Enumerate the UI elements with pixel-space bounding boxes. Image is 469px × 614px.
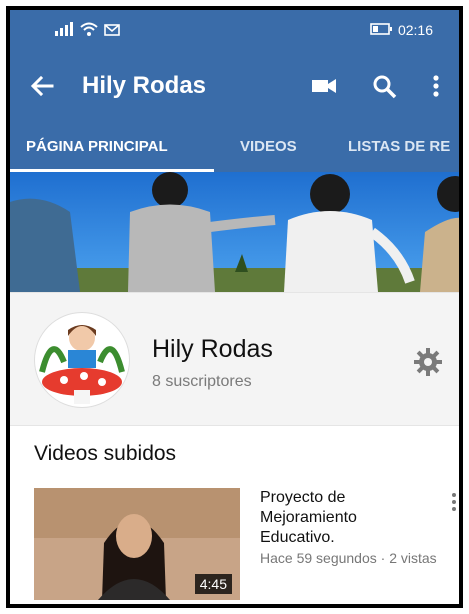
tab-playlists[interactable]: LISTAS DE RE	[348, 138, 450, 155]
video-meta: Hace 59 segundos · 2 vistas	[260, 550, 437, 566]
status-time: 02:16	[397, 22, 433, 38]
status-right: 02:16	[370, 22, 433, 38]
channel-banner	[10, 172, 459, 292]
gear-icon[interactable]	[413, 347, 443, 377]
channel-header: Hily Rodas 8 suscriptores	[10, 292, 459, 426]
channel-avatar[interactable]	[34, 312, 130, 408]
tab-home[interactable]: PÁGINA PRINCIPAL	[26, 138, 168, 155]
phone-frame: 02:16 Hily Rodas PÁGINA PRINCIPAL VIDEOS…	[6, 6, 463, 608]
app-bar: Hily Rodas	[10, 54, 459, 122]
tab-videos[interactable]: VIDEOS	[240, 138, 297, 155]
video-thumbnail[interactable]: 4:45	[34, 488, 240, 600]
wifi-icon	[80, 22, 98, 41]
video-list-item[interactable]: 4:45 Proyecto de Mejoramiento Educativo.…	[34, 488, 459, 604]
more-vertical-icon[interactable]	[448, 490, 459, 518]
subscriber-count: 8 suscriptores	[152, 373, 252, 390]
status-left	[54, 22, 120, 41]
message-icon	[104, 23, 120, 41]
video-duration: 4:45	[194, 574, 232, 594]
avatar-illustration	[39, 325, 125, 404]
channel-title: Hily Rodas	[82, 72, 207, 99]
status-bar: 02:16	[10, 10, 459, 54]
back-arrow-icon[interactable]	[28, 72, 56, 100]
more-vertical-icon[interactable]	[422, 72, 450, 100]
signal-icon	[54, 22, 74, 41]
uploaded-videos-heading: Videos subidos	[34, 442, 177, 465]
battery-icon	[370, 22, 392, 38]
channel-name: Hily Rodas	[152, 335, 273, 363]
banner-image	[10, 172, 459, 292]
video-camera-icon[interactable]	[310, 72, 338, 100]
tab-bar: PÁGINA PRINCIPAL VIDEOS LISTAS DE RE	[10, 122, 459, 172]
video-title[interactable]: Proyecto de Mejoramiento Educativo.	[260, 488, 410, 548]
search-icon[interactable]	[370, 72, 398, 100]
